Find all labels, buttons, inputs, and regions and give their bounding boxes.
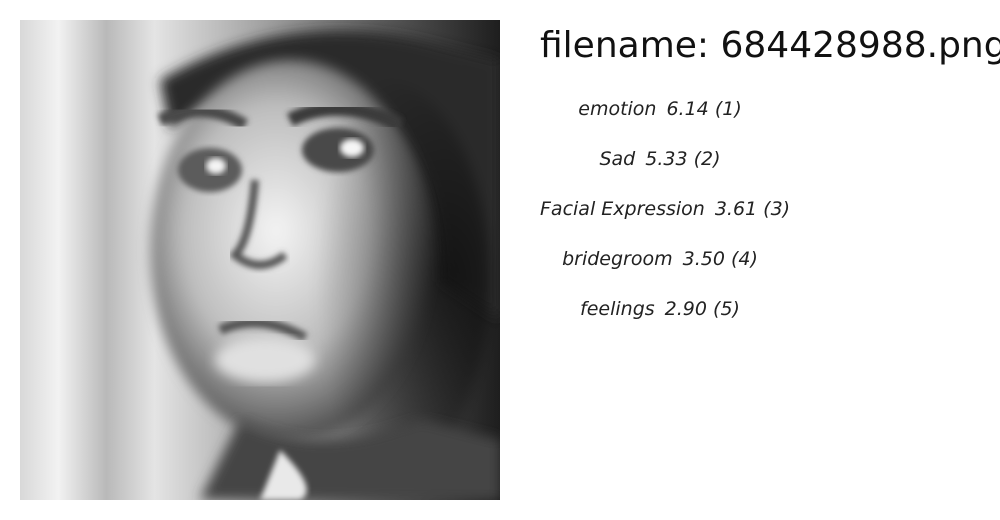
prediction-label: Facial Expression xyxy=(540,198,705,220)
prediction-rank: (1) xyxy=(714,98,742,120)
page: filename: 684428988.png emotion 6.14 (1) … xyxy=(0,0,1000,520)
grayscale-face-photo xyxy=(20,20,500,500)
prediction-score: 6.14 xyxy=(666,98,709,120)
prediction-rank: (4) xyxy=(730,248,758,270)
prediction-score: 3.50 xyxy=(682,248,725,270)
filename-value: 684428988.png xyxy=(720,25,1000,66)
prediction-row: bridegroom 3.50 (4) xyxy=(540,248,780,298)
prediction-score: 5.33 xyxy=(645,148,688,170)
info-panel: filename: 684428988.png emotion 6.14 (1) … xyxy=(540,20,1000,348)
prediction-row: feelings 2.90 (5) xyxy=(540,298,780,348)
prediction-row: Sad 5.33 (2) xyxy=(540,148,780,198)
prediction-label: bridegroom xyxy=(562,248,673,270)
prediction-row: Facial Expression 3.61 (3) xyxy=(540,198,790,248)
prediction-rank: (5) xyxy=(713,298,740,320)
prediction-score: 3.61 xyxy=(714,198,758,220)
prediction-label: emotion xyxy=(578,98,657,120)
prediction-rank: (2) xyxy=(693,148,721,170)
prediction-score: 2.90 xyxy=(664,298,707,320)
face-illustration xyxy=(20,20,500,500)
prediction-row: emotion 6.14 (1) xyxy=(540,98,780,148)
filename-title: filename: 684428988.png xyxy=(540,20,1000,72)
prediction-label: Sad xyxy=(599,148,636,170)
filename-prefix: filename: xyxy=(540,25,721,66)
prediction-rank: (3) xyxy=(763,198,791,220)
prediction-list: emotion 6.14 (1) Sad 5.33 (2) Facial Expre… xyxy=(540,98,790,348)
prediction-label: feelings xyxy=(580,298,655,320)
